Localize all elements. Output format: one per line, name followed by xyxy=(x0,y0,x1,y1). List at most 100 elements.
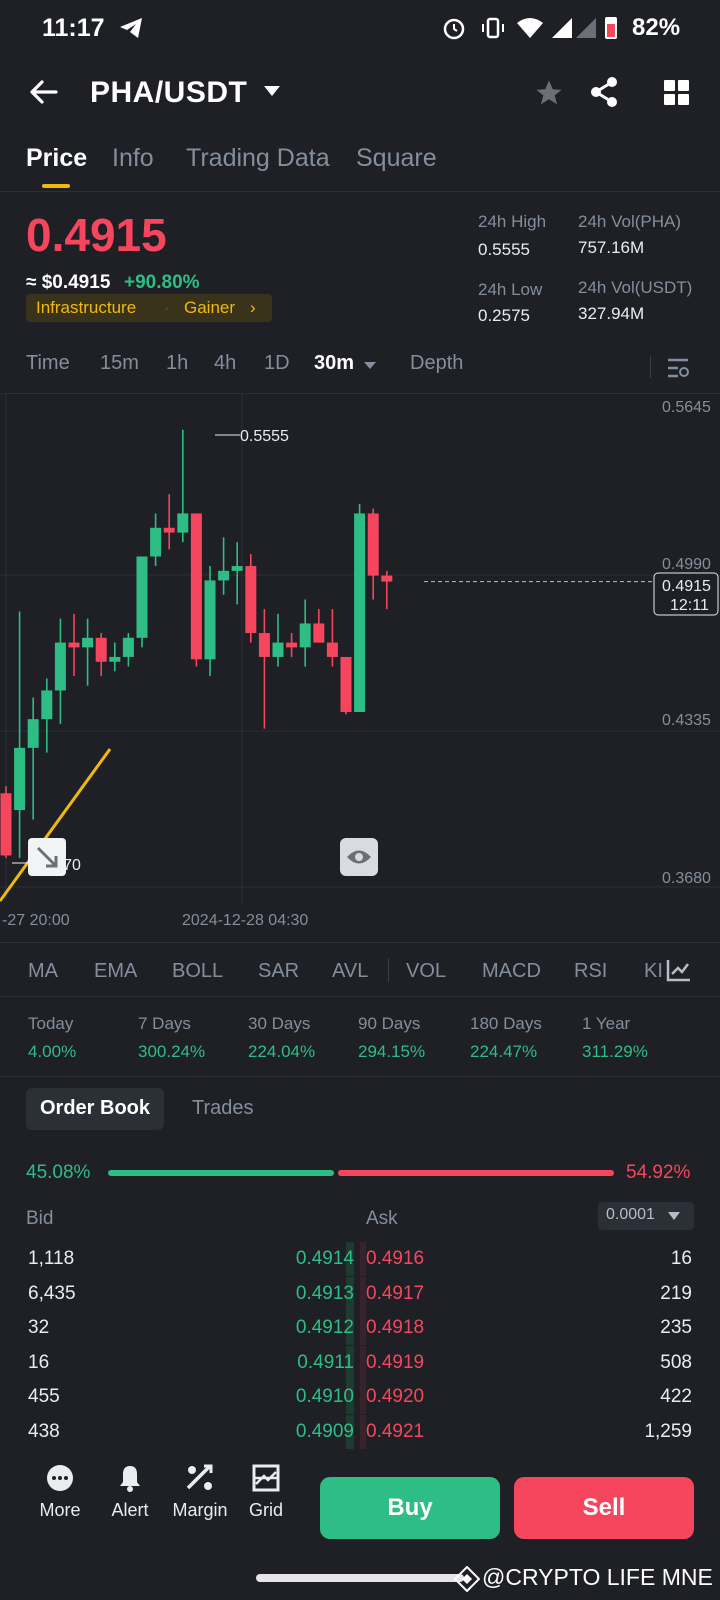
perf-value: 294.15% xyxy=(358,1042,426,1061)
x-axis-label: -27 20:00 xyxy=(2,912,70,929)
tag-bar[interactable]: Infrastructure · Gainer › xyxy=(26,294,272,322)
ask-qty: 1,259 xyxy=(644,1420,692,1442)
telegram-icon xyxy=(120,18,142,38)
chevron-right-icon: › xyxy=(250,298,256,317)
alert-label: Alert xyxy=(111,1500,149,1520)
interval-divider xyxy=(650,356,651,378)
interval-time[interactable]: Time xyxy=(26,352,70,375)
tab-trades[interactable]: Trades xyxy=(192,1097,254,1120)
layout-grid-icon[interactable] xyxy=(664,80,690,106)
perf-label: 30 Days xyxy=(248,1014,311,1033)
last-price: 0.4915 xyxy=(26,209,167,261)
bid-qty: 6,435 xyxy=(28,1282,76,1304)
pair-dropdown-icon[interactable] xyxy=(264,86,280,96)
tab-info[interactable]: Info xyxy=(112,144,154,173)
indicator-boll[interactable]: BOLL xyxy=(172,960,223,983)
grid-button[interactable]: Grid xyxy=(236,1460,296,1521)
watermark-text: @CRYPTO LIFE MNE xyxy=(482,1564,713,1590)
tab-price[interactable]: Price xyxy=(26,144,87,173)
sell-button-label: Sell xyxy=(582,1494,626,1521)
eye-icon[interactable] xyxy=(340,838,378,876)
price-usd: ≈ $0.4915 xyxy=(26,272,111,293)
perf-label: 180 Days xyxy=(470,1014,542,1033)
bid-qty: 455 xyxy=(28,1386,60,1407)
indicator-divider xyxy=(388,958,389,982)
candle-body xyxy=(109,656,121,662)
ask-qty: 219 xyxy=(660,1282,692,1304)
interval-1d[interactable]: 1D xyxy=(264,352,290,375)
perf-value: 300.24% xyxy=(138,1042,206,1061)
share-icon[interactable] xyxy=(588,76,620,108)
tag-separator: · xyxy=(164,298,170,317)
favorite-star-icon[interactable] xyxy=(534,78,564,108)
more-button[interactable]: More xyxy=(30,1460,90,1521)
interval-1h[interactable]: 1h xyxy=(166,352,188,375)
candle-body xyxy=(177,513,189,533)
buy-button-label: Buy xyxy=(387,1494,433,1521)
back-arrow-icon[interactable] xyxy=(28,72,64,112)
order-book-row[interactable]: 438 0.4909 0.4921 1,259 xyxy=(0,1415,720,1449)
expand-chart-icon[interactable] xyxy=(28,838,66,876)
home-indicator[interactable] xyxy=(256,1574,464,1582)
tab-order-book-label: Order Book xyxy=(40,1097,151,1119)
y-axis-label: 0.4335 xyxy=(662,712,711,729)
interval-15m[interactable]: 15m xyxy=(100,352,139,375)
interval-depth[interactable]: Depth xyxy=(410,352,463,375)
pair-title[interactable]: PHA/USDT xyxy=(90,76,247,110)
candle-body xyxy=(367,513,379,576)
order-book-row[interactable]: 16 0.4911 0.4919 508 xyxy=(0,1346,720,1380)
ask-qty: 422 xyxy=(660,1386,692,1407)
tab-square[interactable]: Square xyxy=(356,144,437,173)
tab-order-book[interactable]: Order Book xyxy=(26,1088,164,1130)
indicator-vol[interactable]: VOL xyxy=(406,960,446,983)
ask-qty: 508 xyxy=(660,1351,692,1373)
interval-4h[interactable]: 4h xyxy=(214,352,236,375)
clock: 11:17 xyxy=(42,14,105,42)
alert-button[interactable]: Alert xyxy=(100,1460,160,1521)
interval-dropdown-icon[interactable] xyxy=(364,362,376,369)
bid-qty: 438 xyxy=(28,1420,60,1442)
sell-ratio: 54.92% xyxy=(626,1162,691,1183)
candle-body xyxy=(163,527,175,533)
indicator-avl[interactable]: AVL xyxy=(332,960,368,983)
tag-infrastructure[interactable]: Infrastructure xyxy=(36,298,136,318)
order-book-row[interactable]: 32 0.4912 0.4918 235 xyxy=(0,1311,720,1345)
indicator-chart-icon[interactable] xyxy=(666,958,692,982)
candle-countdown: 12:11 xyxy=(670,597,709,614)
y-axis-label: 0.3680 xyxy=(662,870,711,887)
order-book-row[interactable]: 6,435 0.4913 0.4917 219 xyxy=(0,1277,720,1311)
candle-body xyxy=(313,623,325,643)
candle-body xyxy=(204,580,216,660)
indicator-rsi[interactable]: RSI xyxy=(574,960,607,983)
grid-trading-icon xyxy=(252,1464,280,1492)
precision-select[interactable]: 0.0001 xyxy=(598,1202,694,1230)
indicator-kdj[interactable]: KI xyxy=(644,960,663,983)
candle-body xyxy=(299,623,311,648)
indicator-ema[interactable]: EMA xyxy=(94,960,137,983)
status-bar: 11:17 82% xyxy=(0,0,720,56)
margin-button[interactable]: Margin xyxy=(170,1460,230,1521)
ask-price: 0.4916 xyxy=(366,1248,425,1269)
sell-button[interactable]: Sell xyxy=(514,1477,694,1539)
tag-gainer[interactable]: Gainer xyxy=(184,298,235,318)
indicator-sar[interactable]: SAR xyxy=(258,960,299,983)
candle-body xyxy=(258,633,270,657)
chart-settings-icon[interactable] xyxy=(666,356,690,380)
vol-quote-label: 24h Vol(USDT) xyxy=(578,278,693,297)
candle-body xyxy=(14,747,26,811)
buy-button[interactable]: Buy xyxy=(320,1477,500,1539)
bid-qty: 32 xyxy=(28,1317,50,1338)
perf-value: 224.47% xyxy=(470,1042,538,1061)
order-book-row[interactable]: 455 0.4910 0.4920 422 xyxy=(0,1380,720,1414)
candle-body xyxy=(95,637,107,662)
tab-trading-data[interactable]: Trading Data xyxy=(186,144,330,173)
more-icon xyxy=(47,1465,73,1491)
indicator-ma[interactable]: MA xyxy=(28,960,58,983)
indicator-macd[interactable]: MACD xyxy=(482,960,541,983)
order-book-row[interactable]: 1,118 0.4914 0.4916 16 xyxy=(0,1242,720,1276)
ask-price: 0.4921 xyxy=(366,1420,425,1442)
vol-base-label: 24h Vol(PHA) xyxy=(578,212,681,231)
candle-body xyxy=(272,642,284,657)
interval-30m[interactable]: 30m xyxy=(314,352,354,375)
perf-value: 4.00% xyxy=(28,1042,77,1061)
